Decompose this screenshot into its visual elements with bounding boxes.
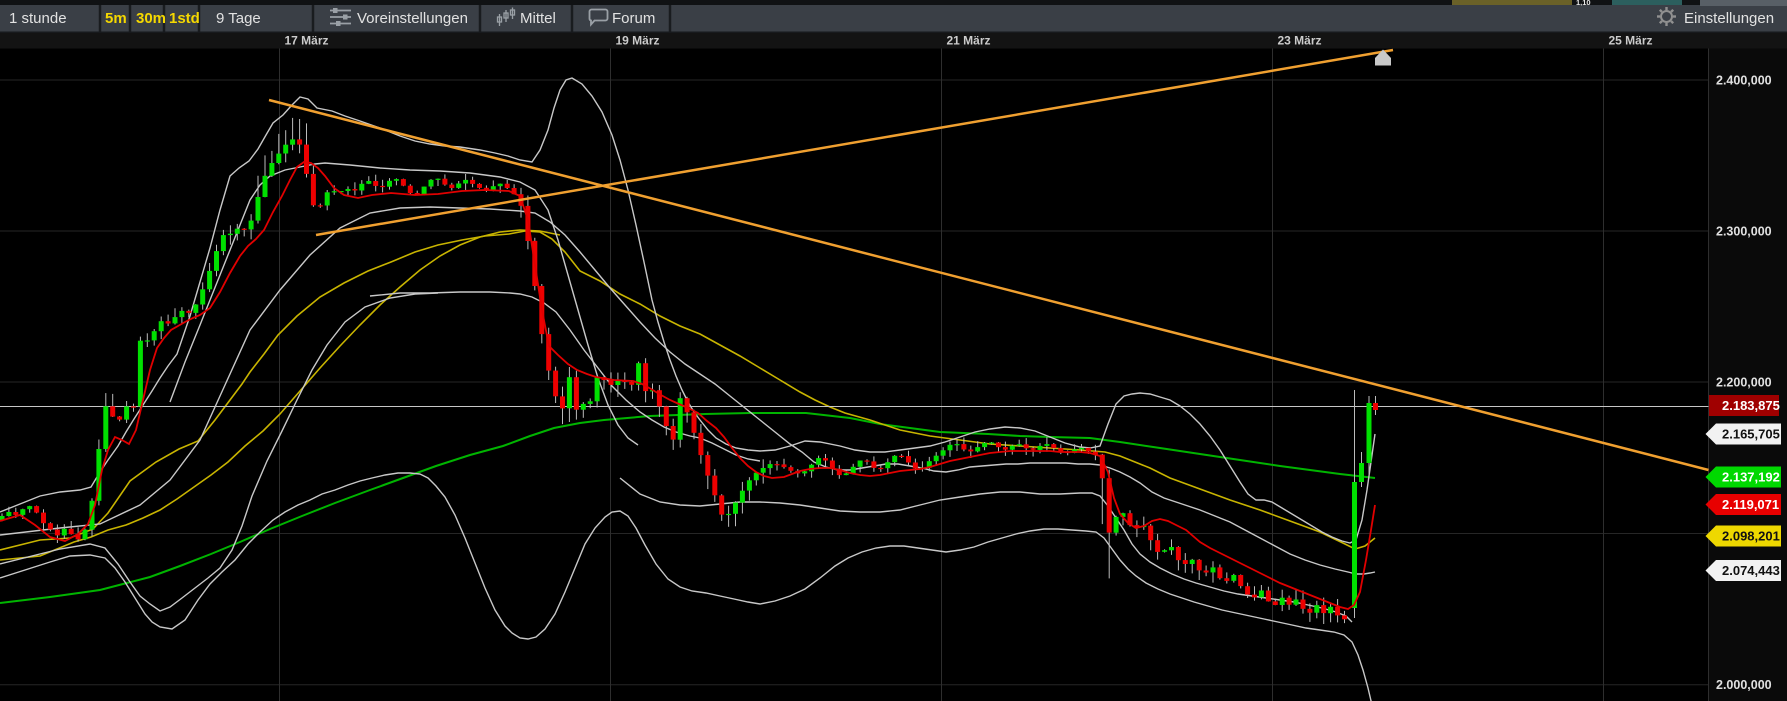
svg-text:2.074,443: 2.074,443 [1722,563,1780,578]
svg-text:2.400,000: 2.400,000 [1716,74,1772,88]
svg-text:Forum: Forum [612,10,655,27]
svg-text:2.000,000: 2.000,000 [1716,678,1772,692]
svg-text:1std: 1std [169,10,200,27]
svg-text:Einstellungen: Einstellungen [1684,10,1774,27]
svg-text:2.300,000: 2.300,000 [1716,225,1772,239]
svg-text:30m: 30m [136,10,166,27]
svg-text:5m: 5m [105,10,127,27]
svg-text:Voreinstellungen: Voreinstellungen [357,10,468,27]
svg-text:9 Tage: 9 Tage [216,10,261,27]
svg-text:2.119,071: 2.119,071 [1722,497,1779,512]
svg-text:Mittel: Mittel [520,10,556,27]
svg-text:23 März: 23 März [1278,34,1322,48]
svg-text:21 März: 21 März [947,34,991,48]
svg-text:2.098,201: 2.098,201 [1722,529,1780,544]
svg-text:17 März: 17 März [285,34,329,48]
svg-text:1 stunde: 1 stunde [9,10,67,27]
svg-text:2.137,192: 2.137,192 [1722,470,1780,485]
svg-text:25 März: 25 März [1609,34,1653,48]
svg-text:2.183,875: 2.183,875 [1722,398,1780,413]
svg-text:2.165,705: 2.165,705 [1722,427,1780,442]
svg-text:2.200,000: 2.200,000 [1716,376,1772,390]
svg-text:19 März: 19 März [616,34,660,48]
